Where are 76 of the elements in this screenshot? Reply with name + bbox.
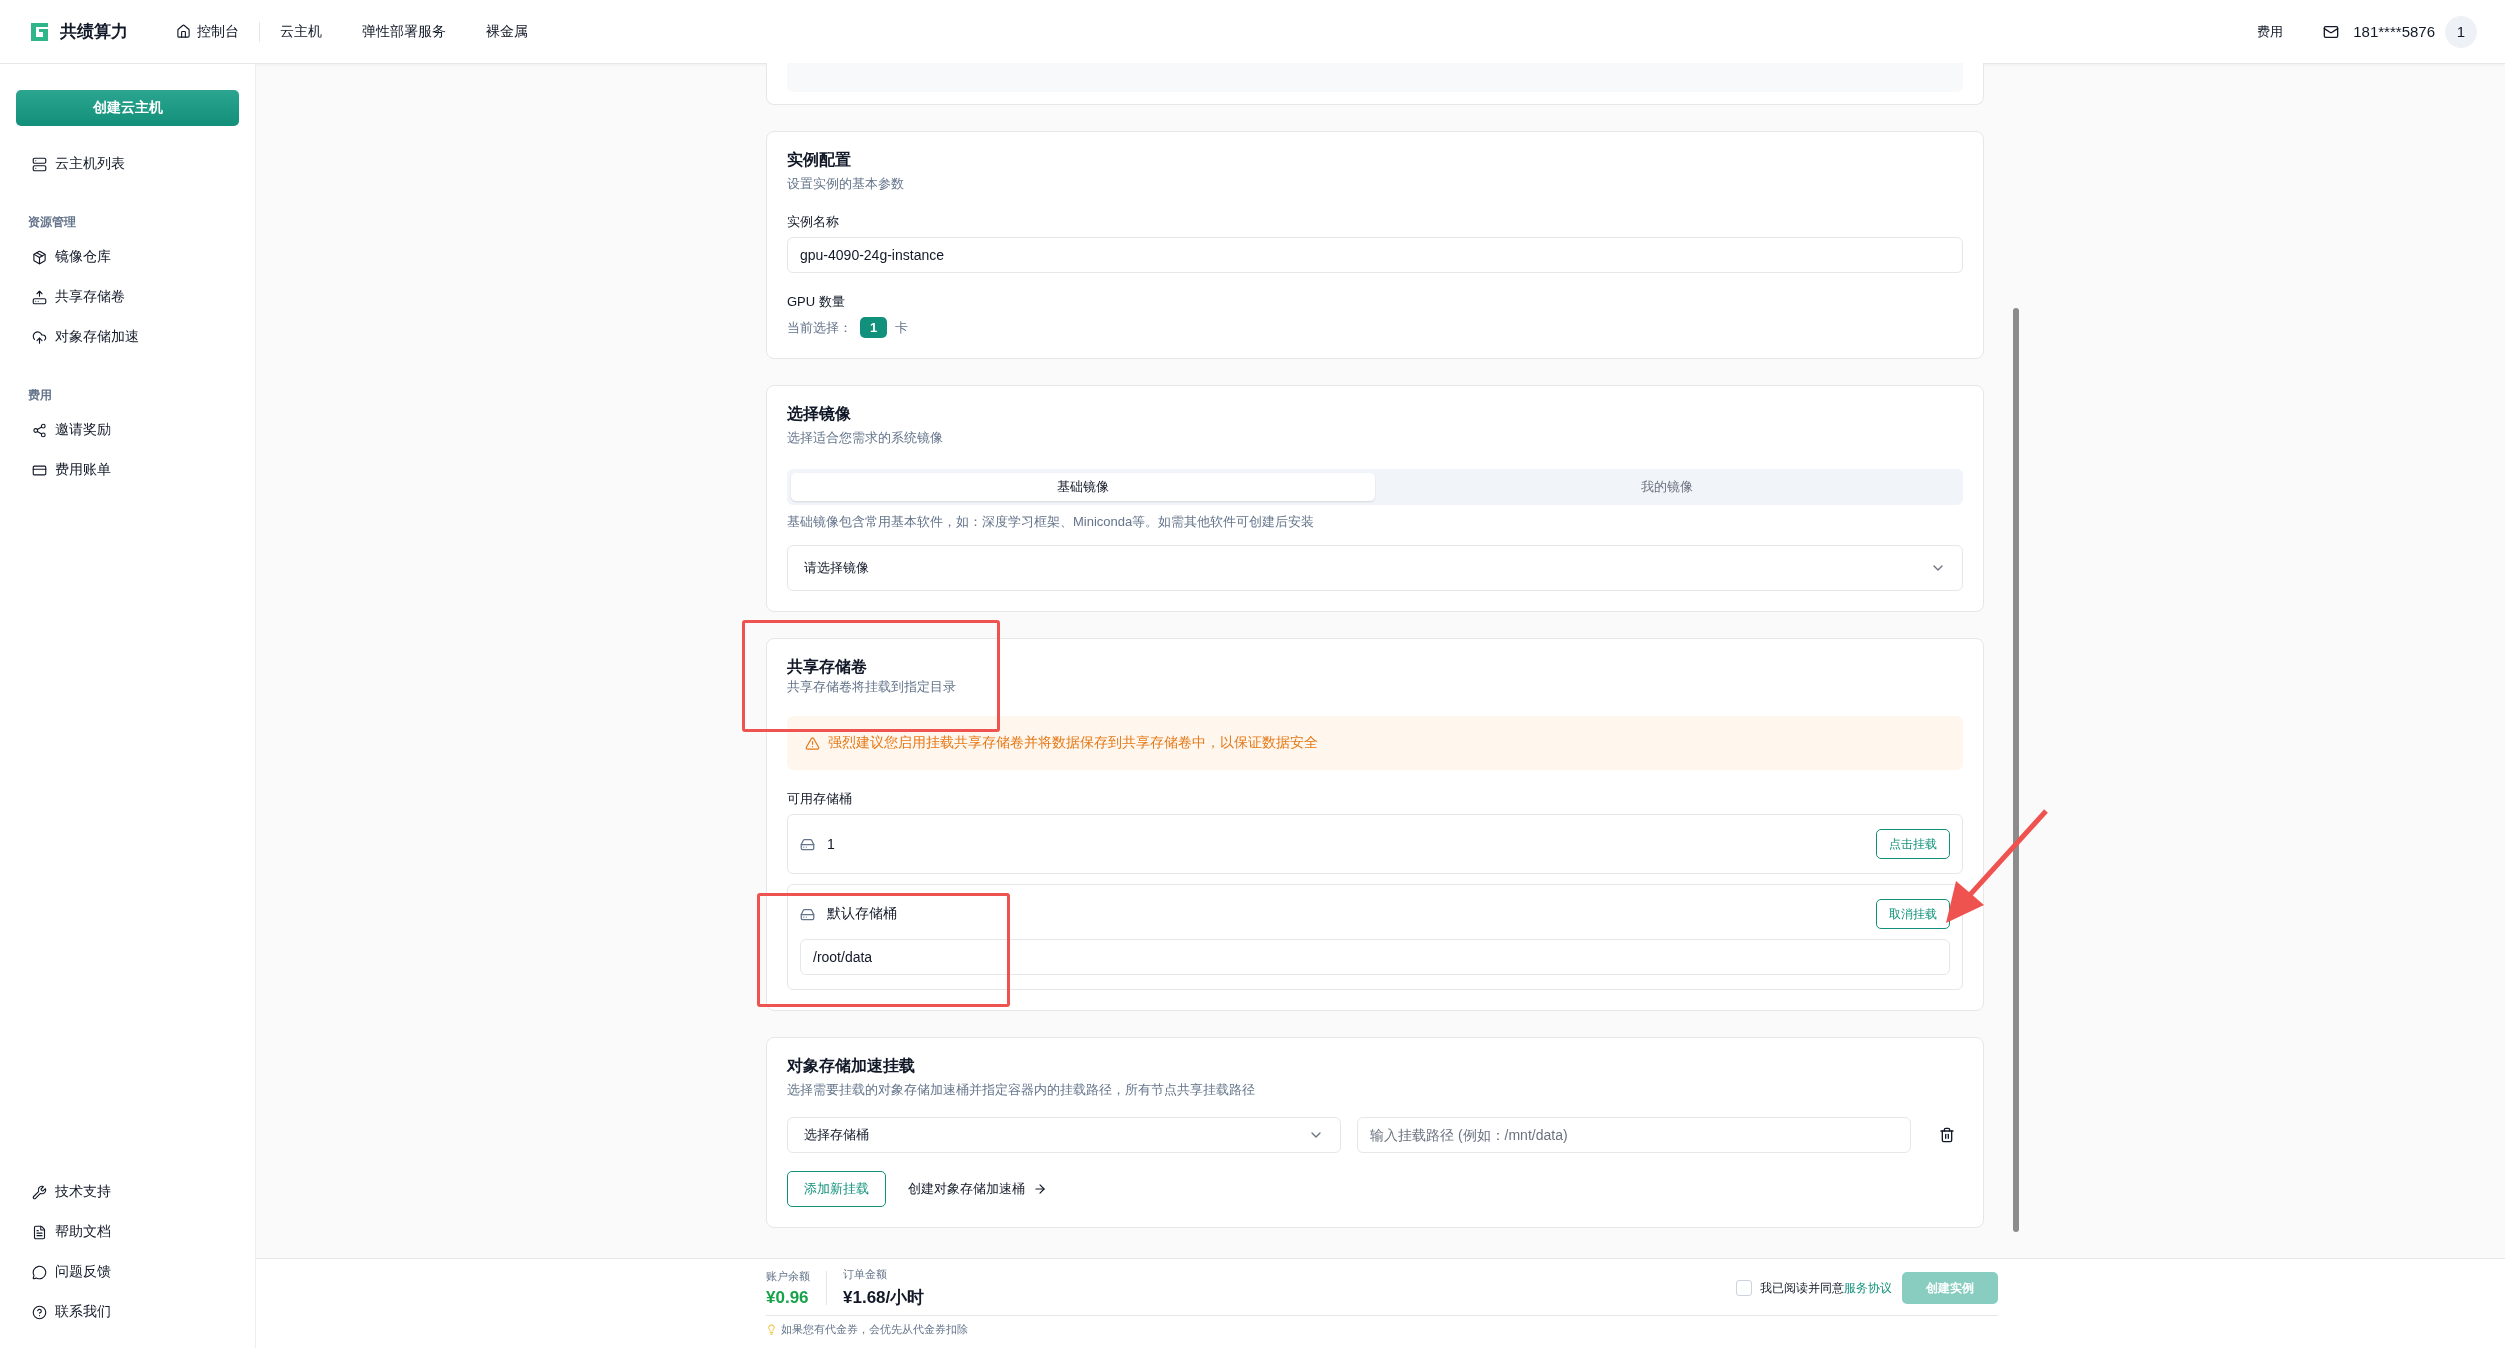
file-icon (32, 1224, 47, 1240)
drive-icon (800, 836, 815, 852)
wrench-icon (32, 1184, 47, 1200)
mail-icon[interactable] (2323, 23, 2340, 40)
gpu-count: 1 (860, 317, 888, 338)
section-title: 共享存储卷 (787, 657, 868, 677)
home-icon (176, 24, 191, 39)
sidebar-item[interactable]: 费用账单 (16, 450, 239, 490)
tab[interactable]: 我的镜像 (1375, 473, 1959, 501)
balance-value: ¥0.96 (766, 1287, 810, 1308)
section-title: 选择镜像 (787, 404, 852, 424)
order-value: ¥1.68/小时 (843, 1287, 925, 1309)
hint-text: 基础镜像包含常用基本软件，如：深度学习框架、Miniconda等。如需其他软件可创建后安装 (787, 513, 1316, 531)
unmount-button[interactable]: 取消挂载 (1876, 899, 1950, 929)
input-field[interactable]: gpu-4090-24g-instance (787, 237, 1963, 273)
card-icon (32, 462, 47, 478)
share-icon (32, 422, 47, 438)
arrow-icon (1033, 1182, 1047, 1196)
stat-label: 订单金额 (843, 1267, 888, 1282)
field-label: 实例名称 (787, 213, 840, 231)
sidebar-item[interactable]: 云主机列表 (16, 144, 239, 184)
brand-name: 共绩算力 (60, 21, 128, 43)
sidebar-item[interactable]: 问题反馈 (16, 1252, 239, 1292)
cloud-icon (32, 329, 47, 345)
section-title: 对象存储加速挂载 (787, 1056, 916, 1076)
trash-icon[interactable] (1939, 1127, 1955, 1143)
warning-text: 强烈建议您启用挂载共享存储卷并将数据保存到共享存储卷中，以保证数据安全 (828, 734, 1318, 752)
nav-link[interactable]: 控制台 (156, 22, 259, 41)
server-icon (32, 156, 47, 172)
drive-icon (800, 906, 815, 922)
upload-icon (32, 289, 47, 305)
package-icon (32, 249, 47, 265)
group-title: 费用 (28, 387, 53, 404)
sidebar-item[interactable]: 联系我们 (16, 1292, 239, 1332)
sidebar-item[interactable]: 镜像仓库 (16, 237, 239, 277)
fee-link[interactable]: 费用 (2257, 22, 2284, 41)
tab[interactable]: 基础镜像 (791, 473, 1375, 501)
section-subtitle: 选择需要挂载的对象存储加速桶并指定容器内的挂载路径，所有节点共享挂载路径 (787, 1081, 1256, 1099)
mount-path-field[interactable]: /root/data (800, 939, 1950, 975)
nav-link[interactable]: 弹性部署服务 (342, 22, 466, 41)
help-icon (32, 1304, 47, 1320)
mount-button[interactable]: 点击挂载 (1876, 829, 1950, 859)
field-label: 可用存储桶 (787, 790, 853, 808)
sidebar-item[interactable]: 邀请奖励 (16, 410, 239, 450)
agree-text: 我已阅读并同意 (1760, 1279, 1844, 1297)
selection-label: 当前选择： (787, 318, 852, 337)
add-mount-button[interactable]: 添加新挂载 (787, 1171, 886, 1207)
create-bucket-link[interactable]: 创建对象存储加速桶 (908, 1180, 1047, 1198)
sidebar-item[interactable]: 帮助文档 (16, 1212, 239, 1252)
group-title: 资源管理 (28, 214, 77, 231)
logo-icon (28, 20, 50, 43)
agree-checkbox[interactable] (1736, 1280, 1752, 1296)
nav-link[interactable]: 裸金属 (466, 22, 548, 41)
sidebar-item[interactable]: 技术支持 (16, 1172, 239, 1212)
bucket-name: 1 (827, 836, 835, 852)
section-subtitle: 选择适合您需求的系统镜像 (787, 429, 944, 447)
unit-label: 卡 (895, 318, 909, 337)
field-label: GPU 数量 (787, 293, 846, 311)
terms-link[interactable]: 服务协议 (1844, 1279, 1892, 1297)
warning-icon (805, 735, 820, 751)
section-subtitle: 共享存储卷将挂载到指定目录 (787, 678, 957, 696)
user-phone[interactable]: 181****5876 (2353, 23, 2435, 40)
stat-label: 账户余额 (766, 1268, 810, 1284)
avatar[interactable]: 1 (2445, 15, 2477, 48)
lightbulb-icon (766, 1324, 777, 1335)
tip-text: 如果您有代金券，会优先从代金券扣除 (781, 1322, 968, 1337)
section-subtitle: 设置实例的基本参数 (787, 175, 905, 193)
sidebar-item[interactable]: 共享存储卷 (16, 277, 239, 317)
nav-link[interactable]: 云主机 (260, 22, 342, 41)
mount-path-field[interactable]: 输入挂载路径 (例如：/mnt/data) (1357, 1117, 1911, 1153)
message-icon (32, 1264, 47, 1280)
bucket-name: 默认存储桶 (827, 905, 897, 923)
section-title: 实例配置 (787, 150, 852, 170)
image-dropdown[interactable]: 请选择镜像 (787, 545, 1963, 591)
sidebar-item[interactable]: 对象存储加速 (16, 317, 239, 357)
bucket-dropdown[interactable]: 选择存储桶 (787, 1117, 1341, 1153)
